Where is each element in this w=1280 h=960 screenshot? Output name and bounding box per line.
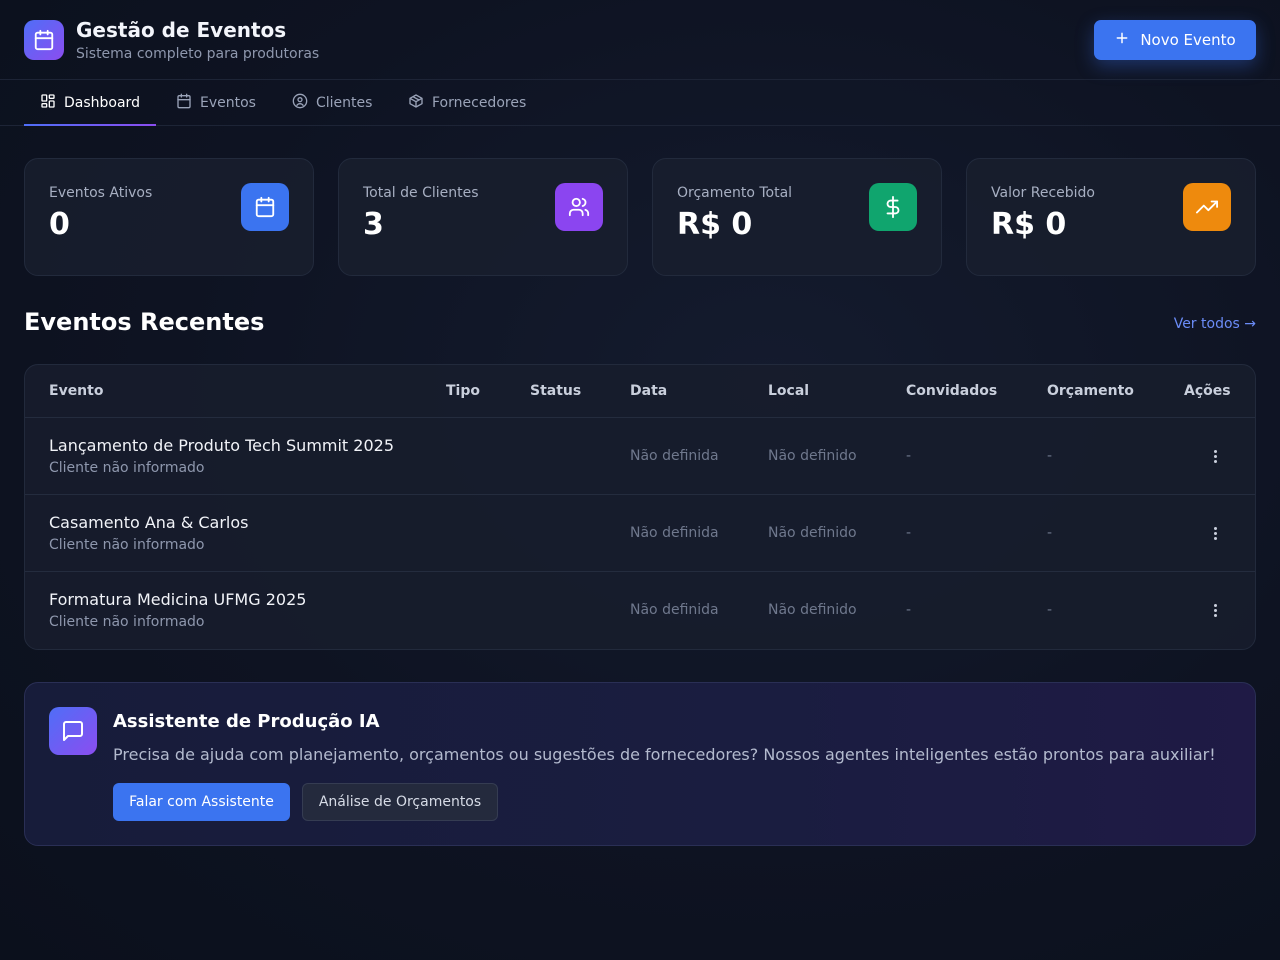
stat-value: 3 bbox=[363, 207, 384, 242]
stat-card-total-clients: Total de Clientes 3 bbox=[338, 158, 628, 276]
event-budget: - bbox=[1047, 525, 1053, 541]
tab-label: Dashboard bbox=[64, 95, 140, 111]
tab-eventos[interactable]: Eventos bbox=[160, 81, 272, 125]
app-subtitle: Sistema completo para produtoras bbox=[76, 46, 320, 62]
event-client: Cliente não informado bbox=[49, 537, 205, 553]
more-vertical-icon[interactable] bbox=[1205, 444, 1225, 468]
stat-card-total-budget: Orçamento Total R$ 0 bbox=[652, 158, 942, 276]
new-event-button[interactable]: Novo Evento bbox=[1094, 20, 1256, 60]
calendar-icon bbox=[241, 183, 289, 231]
assistant-description: Precisa de ajuda com planejamento, orçam… bbox=[113, 745, 1216, 764]
more-vertical-icon[interactable] bbox=[1205, 521, 1225, 545]
ai-assistant-card: Assistente de Produção IA Precisa de aju… bbox=[24, 682, 1256, 846]
column-header: Convidados bbox=[906, 383, 998, 399]
table-header: Evento Tipo Status Data Local Convidados… bbox=[25, 365, 1255, 418]
stat-card-amount-received: Valor Recebido R$ 0 bbox=[966, 158, 1256, 276]
budget-analysis-button[interactable]: Análise de Orçamentos bbox=[302, 783, 498, 821]
event-budget: - bbox=[1047, 602, 1053, 618]
event-date: Não definida bbox=[630, 525, 719, 541]
stat-label: Orçamento Total bbox=[677, 185, 793, 201]
stat-card-active-events: Eventos Ativos 0 bbox=[24, 158, 314, 276]
column-header: Ações bbox=[1184, 383, 1231, 399]
table-row[interactable]: Casamento Ana & Carlos Cliente não infor… bbox=[25, 495, 1255, 572]
tab-label: Eventos bbox=[200, 95, 256, 111]
event-date: Não definida bbox=[630, 602, 719, 618]
tab-clientes[interactable]: Clientes bbox=[276, 81, 388, 125]
tab-label: Clientes bbox=[316, 95, 373, 111]
event-place: Não definido bbox=[768, 525, 857, 541]
tab-fornecedores[interactable]: Fornecedores bbox=[392, 81, 542, 125]
calendar-icon bbox=[24, 20, 64, 60]
trending-up-icon bbox=[1183, 183, 1231, 231]
message-square-icon bbox=[49, 707, 97, 755]
event-place: Não definido bbox=[768, 602, 857, 618]
users-icon bbox=[555, 183, 603, 231]
main-tabs: Dashboard Eventos Clientes Fornecedores bbox=[0, 81, 1280, 126]
event-budget: - bbox=[1047, 448, 1053, 464]
plus-icon bbox=[1114, 30, 1130, 50]
event-name: Casamento Ana & Carlos bbox=[49, 513, 249, 532]
user-circle-icon bbox=[292, 93, 308, 113]
table-row[interactable]: Lançamento de Produto Tech Summit 2025 C… bbox=[25, 418, 1255, 495]
event-guests: - bbox=[906, 525, 912, 541]
event-guests: - bbox=[906, 448, 912, 464]
column-header: Local bbox=[768, 383, 810, 399]
events-table: Evento Tipo Status Data Local Convidados… bbox=[24, 364, 1256, 650]
event-date: Não definida bbox=[630, 448, 719, 464]
event-place: Não definido bbox=[768, 448, 857, 464]
stat-value: R$ 0 bbox=[991, 207, 1067, 242]
dollar-icon bbox=[869, 183, 917, 231]
stat-value: 0 bbox=[49, 207, 70, 242]
stat-value: R$ 0 bbox=[677, 207, 753, 242]
section-title: Eventos Recentes bbox=[24, 308, 265, 336]
stat-label: Total de Clientes bbox=[363, 185, 479, 201]
column-header: Data bbox=[630, 383, 668, 399]
column-header: Orçamento bbox=[1047, 383, 1134, 399]
calendar-icon bbox=[176, 93, 192, 113]
assistant-title: Assistente de Produção IA bbox=[113, 711, 380, 732]
column-header: Evento bbox=[49, 383, 104, 399]
dashboard-grid-icon bbox=[40, 93, 56, 113]
table-row[interactable]: Formatura Medicina UFMG 2025 Cliente não… bbox=[25, 572, 1255, 649]
event-name: Formatura Medicina UFMG 2025 bbox=[49, 590, 307, 609]
more-vertical-icon[interactable] bbox=[1205, 598, 1225, 622]
talk-to-assistant-button[interactable]: Falar com Assistente bbox=[113, 783, 290, 821]
new-event-label: Novo Evento bbox=[1140, 31, 1236, 49]
event-name: Lançamento de Produto Tech Summit 2025 bbox=[49, 436, 395, 455]
see-all-link[interactable]: Ver todos → bbox=[1174, 316, 1256, 332]
app-header: Gestão de Eventos Sistema completo para … bbox=[0, 0, 1280, 80]
event-client: Cliente não informado bbox=[49, 614, 205, 630]
event-client: Cliente não informado bbox=[49, 460, 205, 476]
column-header: Status bbox=[530, 383, 582, 399]
app-title: Gestão de Eventos bbox=[76, 18, 287, 42]
tab-label: Fornecedores bbox=[432, 95, 527, 111]
event-guests: - bbox=[906, 602, 912, 618]
stat-label: Eventos Ativos bbox=[49, 185, 153, 201]
stat-label: Valor Recebido bbox=[991, 185, 1095, 201]
column-header: Tipo bbox=[446, 383, 480, 399]
tab-dashboard[interactable]: Dashboard bbox=[24, 81, 156, 126]
package-icon bbox=[408, 93, 424, 113]
